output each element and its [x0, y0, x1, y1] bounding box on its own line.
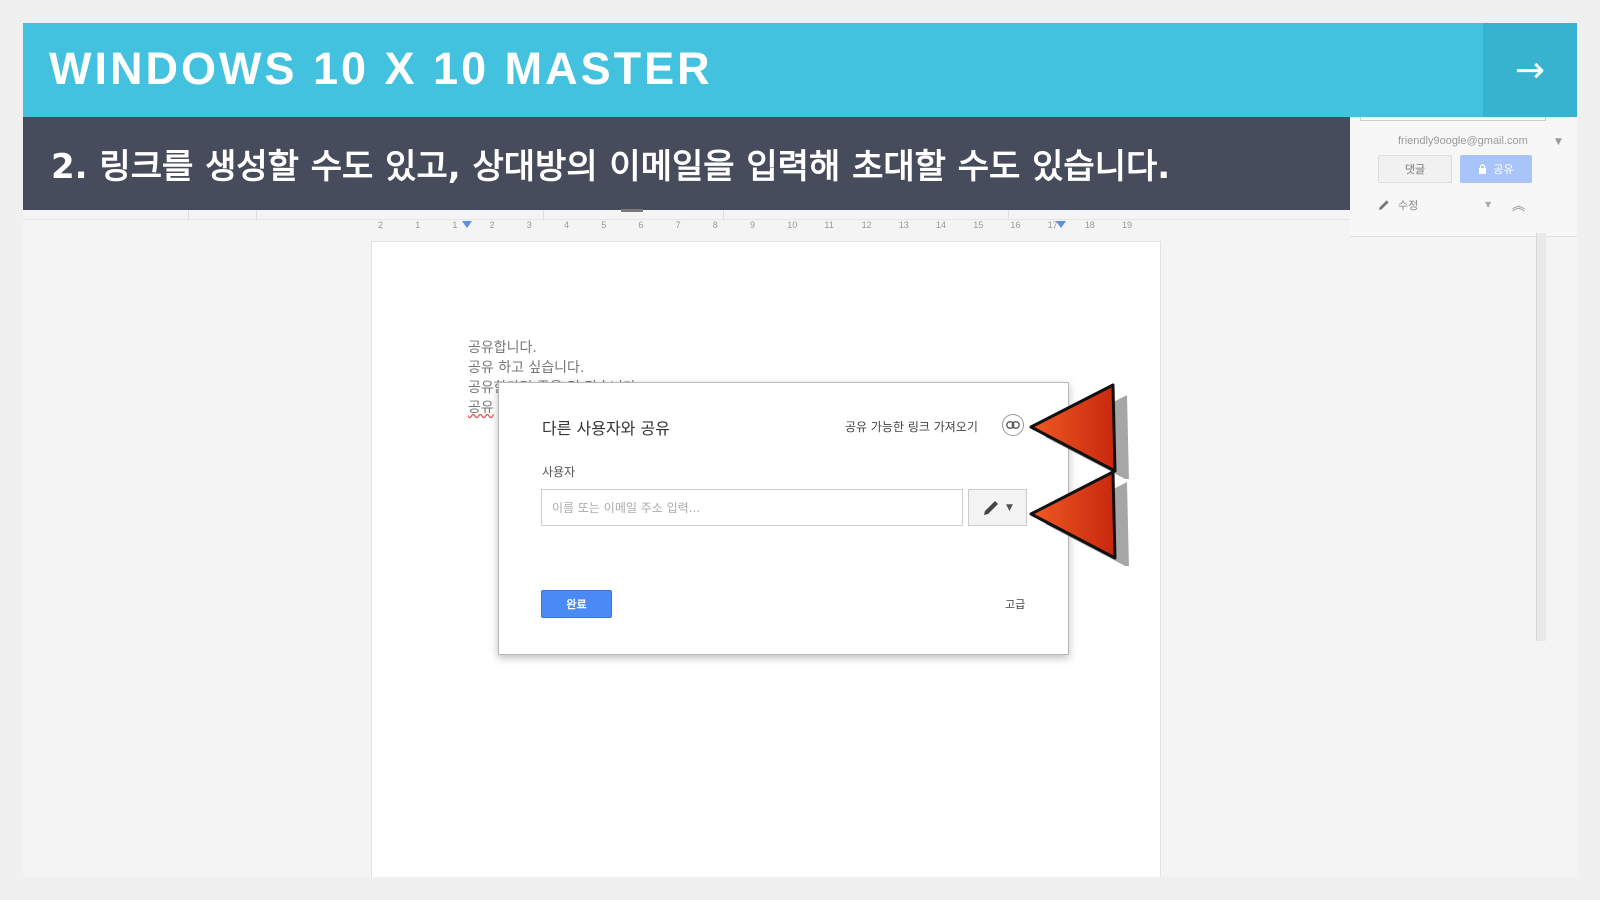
- toolbar-divider: [256, 210, 257, 220]
- ruler-number: 12: [861, 220, 872, 230]
- ruler-number: 11: [824, 220, 834, 230]
- ruler-number: 3: [526, 220, 532, 230]
- ruler-number: 2: [378, 220, 384, 230]
- ruler-number: 17: [1047, 220, 1058, 230]
- toolbar-divider: [723, 210, 724, 220]
- scrollbar[interactable]: [1536, 233, 1546, 641]
- ruler-number: 8: [712, 220, 718, 230]
- pencil-icon: [1379, 200, 1389, 210]
- pencil-icon: [984, 500, 999, 515]
- indent-marker-icon[interactable]: [462, 221, 472, 228]
- caption-bar: 2. 링크를 생성할 수도 있고, 상대방의 이메일을 입력해 초대할 수도 있…: [23, 117, 1350, 210]
- toolbar-divider: [543, 210, 544, 220]
- link-icon[interactable]: [1002, 414, 1024, 436]
- pointer-arrow-icon: [1029, 470, 1129, 566]
- next-arrow-button[interactable]: →: [1483, 23, 1577, 117]
- doc-line: 공유합니다.: [468, 340, 537, 356]
- editing-mode-label: 수정: [1398, 199, 1419, 212]
- ruler-number: 14: [936, 220, 947, 230]
- share-button[interactable]: 공유: [1460, 155, 1532, 183]
- share-dialog: 다른 사용자와 공유 공유 가능한 링크 가져오기 사용자 ▼ 완료 고급: [498, 382, 1069, 655]
- chevron-down-icon: ▼: [1006, 502, 1013, 513]
- ruler-number: 18: [1084, 220, 1095, 230]
- user-email-input[interactable]: [541, 489, 963, 526]
- permission-dropdown[interactable]: ▼: [968, 489, 1027, 526]
- share-button-label: 공유: [1493, 163, 1514, 176]
- banner-title: WINDOWS 10 X 10 MASTER: [49, 43, 713, 94]
- ruler-number: 6: [638, 220, 644, 230]
- users-label: 사용자: [542, 465, 576, 479]
- toolbar-divider: [1008, 210, 1009, 220]
- ruler-number: 13: [898, 220, 909, 230]
- ruler-number: 1: [415, 220, 421, 230]
- editing-mode-selector[interactable]: 수정: [1378, 197, 1418, 213]
- comment-button[interactable]: 댓글: [1378, 155, 1452, 183]
- ruler-number: 16: [1010, 220, 1021, 230]
- ruler-number: 19: [1122, 220, 1133, 230]
- account-email[interactable]: friendly9oogle@gmail.com: [1398, 135, 1528, 147]
- ruler-number: 2: [489, 220, 495, 230]
- header-banner: WINDOWS 10 X 10 MASTER →: [23, 23, 1577, 117]
- done-button[interactable]: 완료: [541, 590, 612, 618]
- pointer-arrow-icon: [1029, 383, 1129, 479]
- toolbar-divider: [188, 210, 189, 220]
- ruler[interactable]: 2 1 1 2 3 4 5 6 7 8 9 10 11 12 13 14 15 16 17 18 19: [373, 220, 1163, 234]
- ruler-number: 9: [750, 220, 756, 230]
- account-panel: friendly9oogle@gmail.com ▼ 댓글 공유 수정 ▼ ︽: [1350, 117, 1577, 237]
- slide-frame: WINDOWS 10 X 10 MASTER → 2. 링크를 생성할 수도 있…: [23, 23, 1577, 877]
- doc-line: 공유 하고 싶습니다.: [468, 360, 585, 376]
- dialog-title: 다른 사용자와 공유: [542, 419, 670, 438]
- ruler-number: 4: [564, 220, 570, 230]
- ruler-number: 1: [452, 220, 458, 230]
- collapse-icon[interactable]: ︽: [1512, 195, 1525, 214]
- advanced-link[interactable]: 고급: [1005, 596, 1025, 612]
- ruler-number: 15: [973, 220, 984, 230]
- menu-edge: [1360, 117, 1546, 121]
- ruler-number: 7: [675, 220, 681, 230]
- lock-icon: [1479, 164, 1487, 174]
- toolbar-remnant: [23, 210, 1350, 220]
- chevron-down-icon[interactable]: ▼: [1555, 137, 1562, 147]
- ruler-number: 5: [601, 220, 607, 230]
- get-shareable-link[interactable]: 공유 가능한 링크 가져오기: [845, 418, 978, 435]
- doc-line: 공유: [468, 400, 494, 416]
- ruler-number: 10: [787, 220, 798, 230]
- toolbar-indicator: [621, 209, 643, 212]
- caption-text: 2. 링크를 생성할 수도 있고, 상대방의 이메일을 입력해 초대할 수도 있…: [51, 147, 1171, 187]
- chevron-down-icon[interactable]: ▼: [1485, 200, 1491, 209]
